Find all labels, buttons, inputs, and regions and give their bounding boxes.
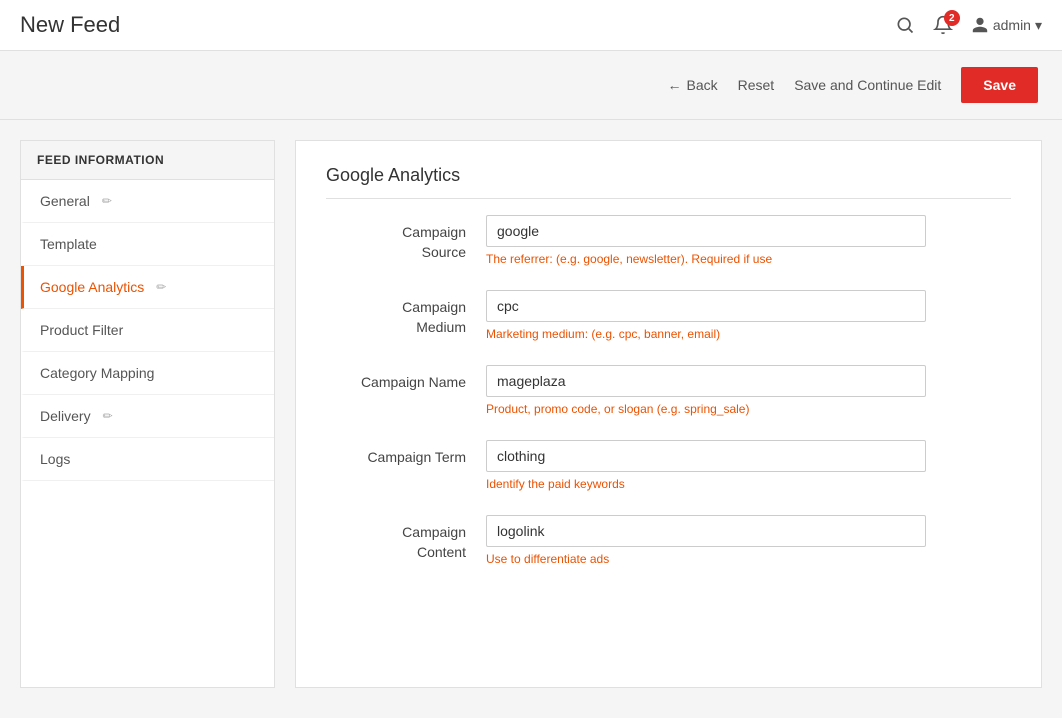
back-icon: ← [667, 77, 681, 93]
sidebar-item-delivery[interactable]: Delivery ✏ [21, 395, 274, 438]
sidebar-item-label: Logs [40, 451, 70, 467]
sidebar-item-label: Category Mapping [40, 365, 154, 381]
campaign-medium-label: CampaignMedium [326, 290, 486, 337]
campaign-source-input[interactable] [486, 215, 926, 247]
save-continue-button[interactable]: Save and Continue Edit [794, 77, 941, 93]
campaign-source-hint: The referrer: (e.g. google, newsletter).… [486, 252, 926, 266]
action-bar: ← ← Back Back Reset Save and Continue Ed… [0, 51, 1062, 120]
sidebar-section-title: FEED INFORMATION [21, 141, 274, 180]
campaign-medium-hint: Marketing medium: (e.g. cpc, banner, ema… [486, 327, 926, 341]
page-title: New Feed [20, 12, 120, 38]
top-bar: New Feed 2 admin ▾ [0, 0, 1062, 51]
search-button[interactable] [895, 15, 915, 35]
sidebar-item-logs[interactable]: Logs [21, 438, 274, 481]
campaign-term-input[interactable] [486, 440, 926, 472]
sidebar-item-google-analytics[interactable]: Google Analytics ✏ [21, 266, 274, 309]
edit-icon: ✏ [102, 194, 112, 208]
campaign-term-field: Identify the paid keywords [486, 440, 1011, 491]
campaign-source-label: CampaignSource [326, 215, 486, 262]
back-button[interactable]: ← ← Back Back [667, 77, 717, 93]
campaign-content-field: Use to differentiate ads [486, 515, 1011, 566]
form-area: Google Analytics CampaignSource The refe… [295, 140, 1042, 688]
campaign-name-label: Campaign Name [326, 365, 486, 393]
reset-button[interactable]: Reset [738, 77, 775, 93]
sidebar-item-label: Google Analytics [40, 279, 144, 295]
sidebar: FEED INFORMATION General ✏ Template Goog… [20, 140, 275, 688]
sidebar-item-category-mapping[interactable]: Category Mapping [21, 352, 274, 395]
sidebar-item-template[interactable]: Template [21, 223, 274, 266]
admin-label: admin [993, 17, 1031, 33]
notification-button[interactable]: 2 [933, 15, 953, 35]
campaign-medium-input[interactable] [486, 290, 926, 322]
admin-chevron-icon: ▾ [1035, 17, 1042, 34]
main-content: FEED INFORMATION General ✏ Template Goog… [0, 120, 1062, 708]
campaign-name-hint: Product, promo code, or slogan (e.g. spr… [486, 402, 926, 416]
campaign-source-field: The referrer: (e.g. google, newsletter).… [486, 215, 1011, 266]
sidebar-item-label: Template [40, 236, 97, 252]
edit-icon: ✏ [103, 409, 113, 423]
top-bar-right: 2 admin ▾ [895, 15, 1042, 35]
campaign-name-row: Campaign Name Product, promo code, or sl… [326, 365, 1011, 416]
campaign-term-hint: Identify the paid keywords [486, 477, 926, 491]
campaign-medium-row: CampaignMedium Marketing medium: (e.g. c… [326, 290, 1011, 341]
campaign-term-row: Campaign Term Identify the paid keywords [326, 440, 1011, 491]
admin-menu-button[interactable]: admin ▾ [971, 16, 1042, 34]
save-button[interactable]: Save [961, 67, 1038, 103]
campaign-name-input[interactable] [486, 365, 926, 397]
sidebar-item-product-filter[interactable]: Product Filter [21, 309, 274, 352]
sidebar-item-general[interactable]: General ✏ [21, 180, 274, 223]
campaign-content-hint: Use to differentiate ads [486, 552, 926, 566]
campaign-medium-field: Marketing medium: (e.g. cpc, banner, ema… [486, 290, 1011, 341]
campaign-source-row: CampaignSource The referrer: (e.g. googl… [326, 215, 1011, 266]
edit-icon: ✏ [156, 280, 166, 294]
campaign-term-label: Campaign Term [326, 440, 486, 468]
sidebar-item-label: General [40, 193, 90, 209]
sidebar-item-label: Delivery [40, 408, 91, 424]
campaign-content-input[interactable] [486, 515, 926, 547]
form-section-title: Google Analytics [326, 165, 1011, 199]
sidebar-item-label: Product Filter [40, 322, 123, 338]
campaign-content-label: CampaignContent [326, 515, 486, 562]
notification-badge: 2 [944, 10, 960, 26]
campaign-content-row: CampaignContent Use to differentiate ads [326, 515, 1011, 566]
campaign-name-field: Product, promo code, or slogan (e.g. spr… [486, 365, 1011, 416]
